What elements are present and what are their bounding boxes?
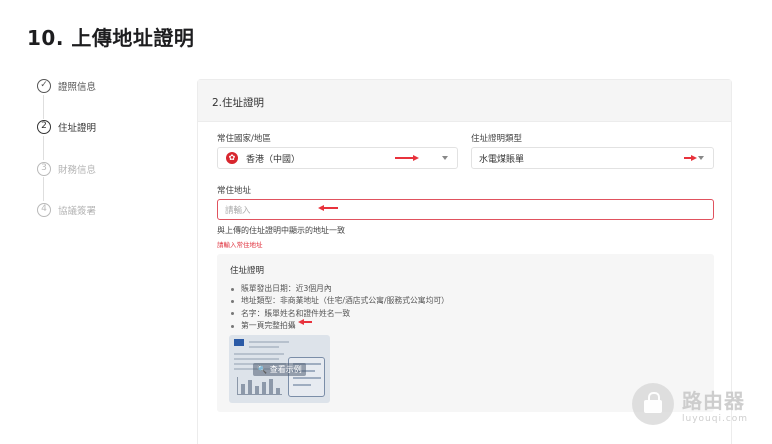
step-label: 財務信息 xyxy=(58,165,97,176)
chevron-down-icon xyxy=(698,156,704,160)
step-connector xyxy=(43,177,44,201)
step-financial-info[interactable]: 3 財務信息 xyxy=(37,161,96,177)
proof-type-select[interactable]: 水電煤賬單 xyxy=(471,147,714,169)
address-input[interactable]: 請輸入 xyxy=(217,199,714,220)
list-item: 名字：賬單姓名和證件姓名一致 xyxy=(231,308,449,320)
card-title: 2.住址證明 xyxy=(198,80,731,122)
address-label: 常住地址 xyxy=(217,186,252,196)
annotation-arrow-icon xyxy=(395,154,419,161)
country-value: 香港（中國） xyxy=(246,154,301,165)
country-select[interactable]: ✿ 香港（中國） xyxy=(217,147,458,169)
zoom-overlay: 🔍 查看示例 xyxy=(229,335,330,403)
step-number: 4 xyxy=(37,203,51,217)
list-item: 第一頁完整拍攝 xyxy=(231,320,449,332)
requirements-list: 賬單發出日期：近3個月內 地址類型：非商業地址（住宅/酒店式公寓/服務式公寓均可… xyxy=(231,283,449,332)
annotation-arrow-icon xyxy=(318,204,338,211)
requirements-title: 住址證明 xyxy=(230,266,265,276)
check-icon: ✓ xyxy=(37,79,51,93)
step-agreement[interactable]: 4 協議簽署 xyxy=(37,202,96,218)
step-number: 2 xyxy=(37,120,51,134)
watermark-domain: luyouqi.com xyxy=(682,413,749,424)
step-label: 協議簽署 xyxy=(58,206,97,217)
proof-type-value: 水電煤賬單 xyxy=(479,154,525,165)
annotation-arrow-icon xyxy=(684,154,697,161)
chevron-down-icon xyxy=(442,156,448,160)
zoom-label: 🔍 查看示例 xyxy=(253,362,306,376)
site-watermark: 路由器 luyouqi.com xyxy=(632,383,748,425)
step-number: 3 xyxy=(37,162,51,176)
list-item: 地址類型：非商業地址（住宅/酒店式公寓/服務式公寓均可） xyxy=(231,295,449,307)
step-address-proof[interactable]: 2 住址證明 xyxy=(37,119,96,135)
step-connector xyxy=(43,95,44,119)
router-logo-icon xyxy=(632,383,674,425)
step-label: 住址證明 xyxy=(58,123,97,134)
address-hint: 與上傳的住址證明中顯示的地址一致 xyxy=(217,226,345,235)
proof-type-label: 住址證明類型 xyxy=(471,134,523,144)
step-connector xyxy=(43,136,44,160)
annotation-arrow-icon xyxy=(298,318,312,325)
step-label: 證照信息 xyxy=(58,82,97,93)
address-error: 請輸入常住地址 xyxy=(217,241,263,249)
country-label: 常住國家/地區 xyxy=(217,134,271,144)
sample-bill-thumbnail[interactable]: 🔍 查看示例 xyxy=(229,335,330,403)
step-id-info[interactable]: ✓ 證照信息 xyxy=(37,78,96,94)
page-title: 10. 上傳地址證明 xyxy=(27,26,195,50)
hong-kong-flag-icon: ✿ xyxy=(226,152,238,164)
list-item: 賬單發出日期：近3個月內 xyxy=(231,283,449,295)
watermark-name: 路由器 xyxy=(682,388,745,413)
